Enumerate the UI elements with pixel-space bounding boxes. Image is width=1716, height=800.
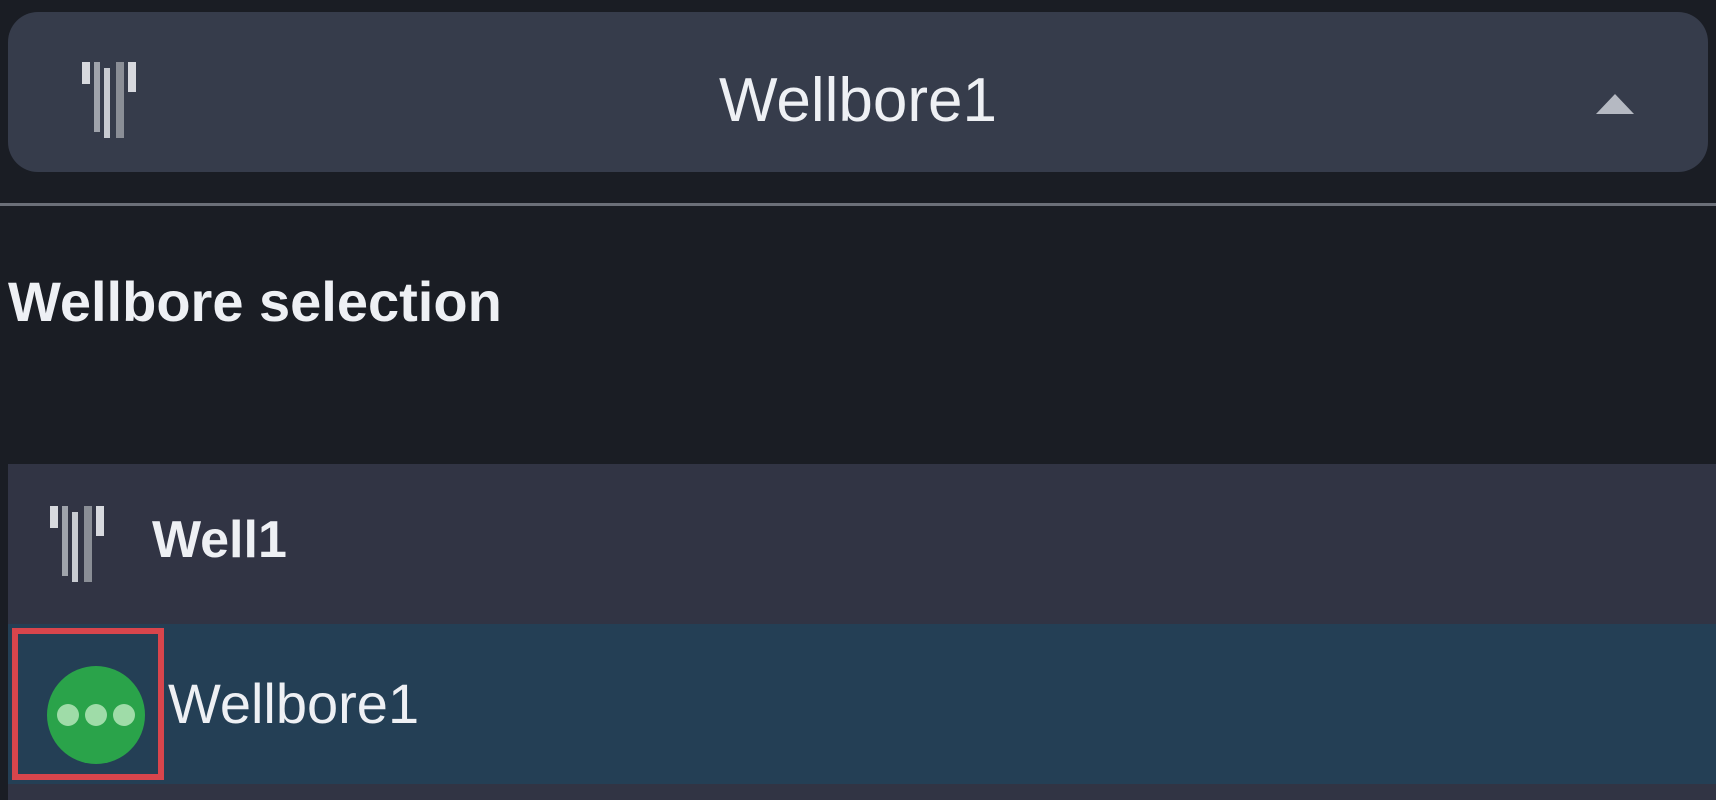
status-dot bbox=[113, 704, 135, 726]
wellbore-selection-page: Wellbore1 Wellbore selection Well1 Wellb… bbox=[0, 0, 1716, 800]
divider bbox=[0, 203, 1716, 206]
wellbore-selector-dropdown[interactable]: Wellbore1 bbox=[8, 12, 1708, 172]
tree-row-well[interactable]: Well1 bbox=[8, 464, 1716, 624]
well-label: Well1 bbox=[152, 511, 287, 569]
list-bottom bbox=[8, 784, 1716, 800]
status-dot bbox=[57, 704, 79, 726]
status-highlight-box bbox=[12, 628, 164, 780]
status-dot bbox=[85, 704, 107, 726]
wellbore-label: Wellbore1 bbox=[168, 672, 420, 735]
panel-title: Wellbore selection bbox=[8, 270, 502, 333]
tree-row-wellbore[interactable]: Wellbore1 bbox=[8, 624, 1716, 784]
selected-wellbore-label: Wellbore1 bbox=[718, 66, 997, 135]
status-in-progress-icon[interactable] bbox=[47, 666, 145, 764]
well-icon bbox=[50, 506, 104, 582]
wellbore-tree: Well1 Wellbore1 bbox=[8, 464, 1716, 800]
caret-up-icon[interactable] bbox=[1596, 94, 1634, 114]
